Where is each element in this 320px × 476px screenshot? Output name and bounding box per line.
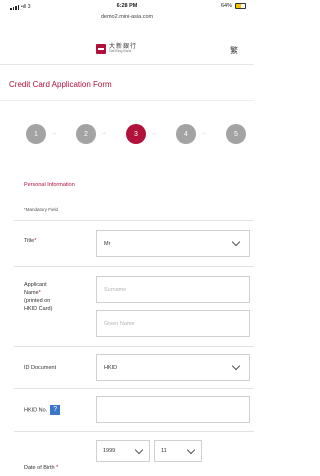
url-bar[interactable]: demo2.mini-asia.com — [0, 14, 254, 20]
bank-logo[interactable]: 大新銀行 DahSing Bank — [96, 44, 137, 54]
surname-input[interactable]: Surname — [96, 276, 250, 303]
divider — [0, 100, 254, 101]
bank-logo-text: 大新銀行 DahSing Bank — [109, 44, 137, 54]
applicant-name-label-line3: (printed on — [24, 298, 51, 304]
given-name-input[interactable]: Given Name — [96, 310, 250, 337]
hkid-no-label-text: HKID No. — [24, 407, 48, 414]
date-of-birth-label-text: Date of Birth — [24, 465, 55, 471]
hkid-no-label: HKID No.? — [24, 405, 61, 415]
step-arrow-icon: → — [201, 130, 207, 136]
step-arrow-icon: → — [51, 130, 57, 136]
required-mark: * — [56, 465, 59, 471]
title-select[interactable]: Mr — [96, 230, 250, 257]
applicant-name-label-line1: Applicant — [24, 282, 47, 288]
step-5: 5 — [226, 124, 246, 144]
divider — [14, 220, 254, 221]
id-document-select-value: HKID — [104, 364, 118, 371]
mandatory-note: *Mandatory Field — [24, 207, 59, 212]
title-label-text: Title — [24, 238, 35, 244]
bank-logo-icon — [96, 44, 106, 54]
divider — [14, 431, 254, 432]
hkid-no-input[interactable] — [96, 396, 250, 423]
title-label: Title* — [24, 237, 36, 245]
page-title: Credit Card Application Form — [9, 80, 112, 89]
applicant-name-label-line2: Name — [24, 290, 39, 296]
step-2: 2 — [76, 124, 96, 144]
id-document-label: ID Document — [24, 365, 57, 371]
dob-month-value: 11 — [161, 448, 167, 454]
required-mark: * — [34, 238, 37, 244]
dob-month-select[interactable]: 11 — [154, 440, 202, 462]
section-title: Personal Information — [24, 182, 75, 188]
divider — [14, 346, 254, 347]
chevron-down-icon — [231, 237, 241, 247]
step-4: 4 — [176, 124, 196, 144]
bank-name-english: DahSing Bank — [109, 49, 132, 54]
step-1: 1 — [26, 124, 46, 144]
date-of-birth-label: Date of Birth * — [24, 464, 58, 472]
divider — [14, 266, 254, 267]
applicant-name-label-line4: HKID Card) — [24, 306, 53, 312]
help-icon[interactable]: ? — [50, 405, 61, 415]
battery-percent: 64% — [220, 3, 232, 9]
chevron-down-icon — [134, 445, 144, 455]
battery-icon — [235, 3, 246, 9]
dob-year-value: 1999 — [103, 448, 116, 454]
language-toggle-button[interactable]: 繁 — [230, 45, 238, 56]
status-time: 6:28 PM — [116, 3, 138, 9]
status-bar: •ıll 3 6:28 PM 64% — [0, 0, 254, 14]
dob-year-select[interactable]: 1999 — [96, 440, 150, 462]
step-3-active: 3 — [126, 124, 146, 144]
chevron-down-icon — [231, 361, 241, 371]
id-document-select[interactable]: HKID — [96, 354, 250, 381]
applicant-name-label: Applicant Name* (printed on HKID Card) — [24, 281, 52, 313]
title-select-value: Mr — [104, 240, 111, 247]
chevron-down-icon — [186, 445, 196, 455]
divider — [14, 388, 254, 389]
step-arrow-icon: → — [101, 130, 107, 136]
step-arrow-icon: → — [151, 130, 157, 136]
required-mark: * — [38, 290, 41, 296]
battery-indicator: 64% — [221, 3, 246, 9]
